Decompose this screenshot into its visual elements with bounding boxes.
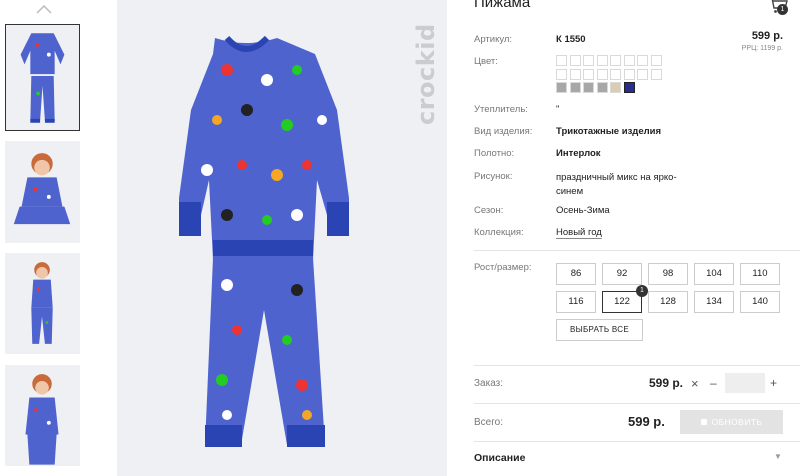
color-swatch[interactable] xyxy=(569,68,581,80)
article-label: Артикул: xyxy=(474,34,513,45)
total-label: Всего: xyxy=(474,417,503,428)
pattern-value: праздничный микс на ярко-синем xyxy=(556,172,677,197)
size-option-140[interactable]: 140 xyxy=(740,291,780,313)
color-swatch[interactable] xyxy=(610,55,621,66)
color-swatch[interactable] xyxy=(596,82,608,93)
product-page: crockid Пижама 1 599 р. РРЦ: 1199 р. Арт… xyxy=(0,0,800,476)
fabric-value: Интерлок xyxy=(556,148,601,159)
color-swatch[interactable] xyxy=(650,55,662,66)
choose-all-button[interactable]: ВЫБРАТЬ ВСЕ xyxy=(556,319,643,341)
product-price: 599 р. xyxy=(751,30,783,42)
order-label: Заказ: xyxy=(474,378,504,389)
thumbnail-1[interactable] xyxy=(5,24,80,131)
thumbnail-2[interactable] xyxy=(5,141,80,243)
size-option-86[interactable]: 86 xyxy=(556,263,596,285)
product-type-label: Вид изделия: xyxy=(474,126,533,137)
divider xyxy=(474,250,800,251)
color-swatch[interactable] xyxy=(610,68,621,80)
thumbnail-column xyxy=(0,0,117,476)
product-details: Пижама 1 599 р. РРЦ: 1199 р. Артикул: К … xyxy=(474,0,800,476)
color-swatch[interactable] xyxy=(596,68,608,80)
color-swatch[interactable] xyxy=(650,68,662,80)
size-label: Рост/размер: xyxy=(474,262,532,273)
thumbnail-3[interactable] xyxy=(5,253,80,354)
size-option-98[interactable]: 98 xyxy=(648,263,688,285)
color-swatch[interactable] xyxy=(556,55,567,66)
product-title: Пижама xyxy=(474,0,531,11)
bag-icon xyxy=(700,419,707,425)
rrp-price: РРЦ: 1199 р. xyxy=(741,45,783,52)
size-option-104[interactable]: 104 xyxy=(694,263,734,285)
size-option-116[interactable]: 116 xyxy=(556,291,596,313)
pattern-label: Рисунок: xyxy=(474,171,513,182)
size-option-92[interactable]: 92 xyxy=(602,263,642,285)
size-count-badge: 1 xyxy=(636,285,648,297)
chevron-up-icon[interactable] xyxy=(34,2,54,16)
quantity-increase-button[interactable]: + xyxy=(770,376,777,390)
collection-link[interactable]: Новый год xyxy=(556,227,602,238)
quantity-decrease-button[interactable]: – xyxy=(710,376,717,390)
description-toggle[interactable]: Описание xyxy=(474,452,525,464)
color-swatch[interactable] xyxy=(623,55,635,66)
size-option-134[interactable]: 134 xyxy=(694,291,734,313)
color-swatch[interactable] xyxy=(637,55,648,66)
main-product-image[interactable] xyxy=(117,0,447,476)
product-type-value: Трикотажные изделия xyxy=(556,126,662,137)
fabric-label: Полотно: xyxy=(474,148,515,159)
color-swatch[interactable] xyxy=(596,55,608,66)
remove-order-icon[interactable]: × xyxy=(691,376,699,391)
brand-logo: crockid xyxy=(412,23,440,125)
color-swatch[interactable] xyxy=(569,55,581,66)
order-price: 599 р. xyxy=(649,376,684,390)
collection-label: Коллекция: xyxy=(474,227,524,238)
color-swatch[interactable] xyxy=(583,68,594,80)
color-swatch[interactable] xyxy=(556,82,567,93)
color-swatch[interactable] xyxy=(637,68,648,80)
update-button[interactable]: ОБНОВИТЬ xyxy=(680,410,783,434)
update-button-label: ОБНОВИТЬ xyxy=(711,417,763,427)
color-swatch[interactable] xyxy=(610,82,621,93)
quantity-input[interactable] xyxy=(725,373,765,393)
divider xyxy=(474,365,800,366)
divider xyxy=(474,441,800,442)
season-value: Осень-Зима xyxy=(556,205,610,216)
color-swatch[interactable] xyxy=(569,82,581,93)
season-label: Сезон: xyxy=(474,205,504,216)
insulation-label: Утеплитель: xyxy=(474,104,528,115)
divider xyxy=(474,403,800,404)
total-price: 599 р. xyxy=(628,414,665,429)
thumbnail-4[interactable] xyxy=(5,365,80,466)
cart-count-badge: 1 xyxy=(777,4,788,15)
color-swatch[interactable] xyxy=(623,82,635,93)
chevron-down-icon[interactable]: ▼ xyxy=(774,452,782,461)
size-option-128[interactable]: 128 xyxy=(648,291,688,313)
color-swatch[interactable] xyxy=(623,68,635,80)
size-option-110[interactable]: 110 xyxy=(740,263,780,285)
article-value: К 1550 xyxy=(556,34,586,45)
color-label: Цвет: xyxy=(474,56,498,67)
insulation-value: " xyxy=(556,104,560,115)
color-swatch[interactable] xyxy=(583,55,594,66)
color-swatch[interactable] xyxy=(556,68,567,80)
color-swatch[interactable] xyxy=(583,82,594,93)
